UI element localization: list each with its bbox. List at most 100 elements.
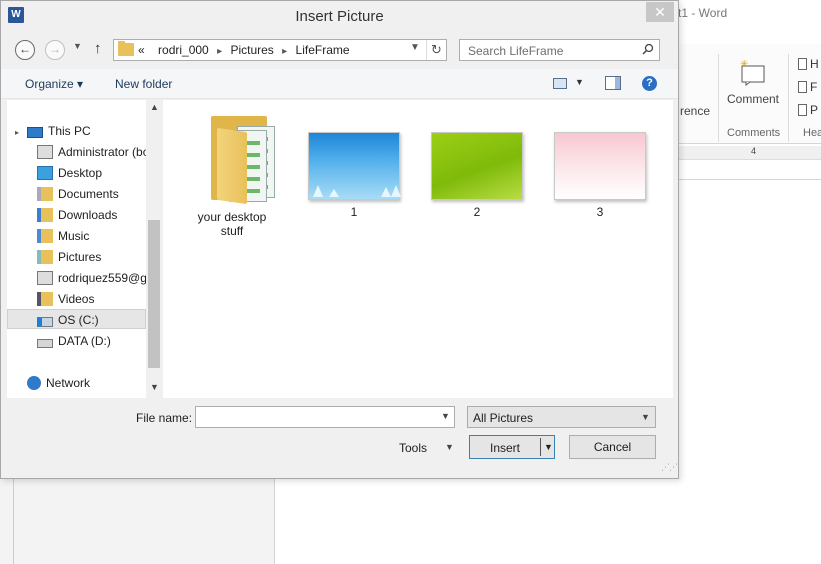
help-icon[interactable]: ? (642, 76, 657, 91)
drive-c-icon (37, 317, 53, 327)
documents-icon (37, 187, 53, 201)
nav-item-videos[interactable]: Videos (37, 289, 152, 309)
forward-button[interactable]: → (45, 40, 65, 60)
new-folder-button[interactable]: New folder (115, 77, 172, 91)
image-thumbnail (308, 132, 401, 200)
nav-item-onedrive-user[interactable]: rodriquez559@gm (37, 268, 152, 288)
chevron-down-icon[interactable]: ▼ (544, 442, 553, 452)
new-comment-icon[interactable]: ✳ (738, 58, 768, 86)
recent-locations-icon[interactable]: ▼ (73, 41, 82, 51)
videos-icon (37, 292, 53, 306)
image-thumbnail (554, 132, 646, 200)
comments-group-label: Comments (727, 127, 781, 139)
chevron-down-icon[interactable]: ▼ (410, 42, 420, 53)
organize-button[interactable]: Organize ▾ (25, 77, 83, 91)
nav-item-pictures[interactable]: Pictures (37, 247, 152, 267)
page-number-item[interactable]: P (798, 103, 818, 117)
filename-input[interactable] (195, 406, 455, 428)
word-title: t1 - Word (678, 6, 728, 20)
breadcrumb: « rodri_000 ▸ Pictures ▸ LifeFrame (138, 43, 350, 57)
navigation-scrollbar[interactable]: ▲ ▼ (146, 100, 162, 398)
file-item-label: 2 (473, 205, 481, 219)
file-list: your desktop stuff 1 2 3 (163, 100, 673, 398)
pc-icon (27, 127, 43, 138)
downloads-icon (37, 208, 53, 222)
nav-item-music[interactable]: Music (37, 226, 152, 246)
folder-icon (211, 112, 279, 205)
drive-icon (37, 339, 53, 348)
split-divider (540, 438, 541, 456)
breadcrumb-item[interactable]: Pictures (230, 43, 273, 57)
chevron-down-icon: ▼ (641, 412, 650, 422)
file-item-folder[interactable]: your desktop stuff (183, 104, 281, 238)
user-icon (37, 271, 53, 285)
file-type-select[interactable]: All Pictures ▼ (467, 406, 656, 428)
file-item-image[interactable]: 1 (303, 132, 405, 222)
image-thumbnail (431, 132, 523, 200)
insert-button[interactable]: Insert ▼ (469, 435, 555, 459)
nav-item-administrator[interactable]: Administrator (bo (37, 142, 152, 162)
file-type-value: All Pictures (473, 411, 534, 425)
nav-item-desktop[interactable]: Desktop (37, 163, 152, 183)
search-icon[interactable] (642, 43, 654, 55)
file-item-label: 1 (350, 205, 358, 219)
scroll-down-icon[interactable]: ▼ (150, 382, 159, 392)
up-folder-icon[interactable]: ↑ (94, 40, 102, 57)
music-icon (37, 229, 53, 243)
file-item-image[interactable]: 2 (426, 132, 528, 222)
refresh-icon[interactable]: ↻ (426, 40, 446, 60)
document-left-margin (0, 478, 275, 564)
search-input[interactable]: Search LifeFrame (459, 39, 660, 61)
change-view-button[interactable]: ▼ (551, 76, 587, 92)
file-item-image[interactable]: 3 (549, 132, 651, 222)
breadcrumb-item[interactable]: rodri_000 (158, 43, 209, 57)
ribbon-separator (718, 54, 719, 142)
references-fragment: rence (680, 104, 711, 118)
preview-pane-icon[interactable] (605, 76, 621, 90)
vertical-ruler (0, 478, 14, 564)
network-icon (27, 376, 41, 390)
file-item-label: stuff (220, 224, 244, 238)
nav-item-downloads[interactable]: Downloads (37, 205, 152, 225)
page-icon (798, 58, 807, 70)
user-icon (37, 145, 53, 159)
back-button[interactable]: ← (15, 40, 35, 60)
expand-caret-icon[interactable]: ▸ (15, 128, 19, 137)
pictures-icon (37, 250, 53, 264)
address-bar[interactable]: « rodri_000 ▸ Pictures ▸ LifeFrame ▼ ↻ (113, 39, 447, 61)
chevron-right-icon[interactable]: ▸ (217, 46, 222, 57)
chevron-down-icon[interactable]: ▼ (441, 411, 450, 421)
horizontal-ruler (678, 146, 821, 160)
dialog-title: Insert Picture (295, 8, 384, 25)
view-icon (553, 78, 567, 89)
close-button[interactable]: ✕ (646, 2, 674, 22)
search-placeholder: Search LifeFrame (468, 44, 564, 58)
folder-icon (118, 41, 134, 56)
scrollbar-thumb[interactable] (148, 220, 160, 368)
nav-item-network[interactable]: Network (27, 373, 152, 393)
resize-grip-icon[interactable]: ⋰⋰ (661, 462, 678, 473)
dialog-titlebar[interactable]: W Insert Picture ✕ (1, 1, 678, 31)
breadcrumb-item[interactable]: LifeFrame (296, 43, 350, 57)
desktop-icon (37, 166, 53, 180)
dialog-footer: File name: ▼ All Pictures ▼ Tools ▼ Inse… (1, 398, 678, 478)
chevron-down-icon[interactable]: ▼ (445, 442, 454, 452)
page-icon (798, 104, 807, 116)
svg-text:✳: ✳ (740, 59, 748, 70)
scroll-up-icon[interactable]: ▲ (150, 102, 159, 112)
chevron-right-icon[interactable]: ▸ (282, 46, 287, 57)
tools-button[interactable]: Tools (399, 441, 427, 455)
insert-label: Insert (489, 441, 520, 455)
file-item-label: 3 (596, 205, 604, 219)
document-page[interactable] (678, 180, 821, 564)
header-footer-group-label: Hea (803, 127, 821, 139)
nav-item-this-pc[interactable]: This PC (27, 121, 152, 141)
nav-item-os-c[interactable]: OS (C:) (7, 309, 146, 329)
header-item[interactable]: H (798, 57, 819, 71)
breadcrumb-overflow[interactable]: « (138, 43, 145, 57)
comment-button-label[interactable]: Comment (727, 92, 779, 106)
footer-item[interactable]: F (798, 80, 817, 94)
cancel-button[interactable]: Cancel (569, 435, 656, 459)
nav-item-data-d[interactable]: DATA (D:) (37, 331, 152, 351)
nav-item-documents[interactable]: Documents (37, 184, 152, 204)
